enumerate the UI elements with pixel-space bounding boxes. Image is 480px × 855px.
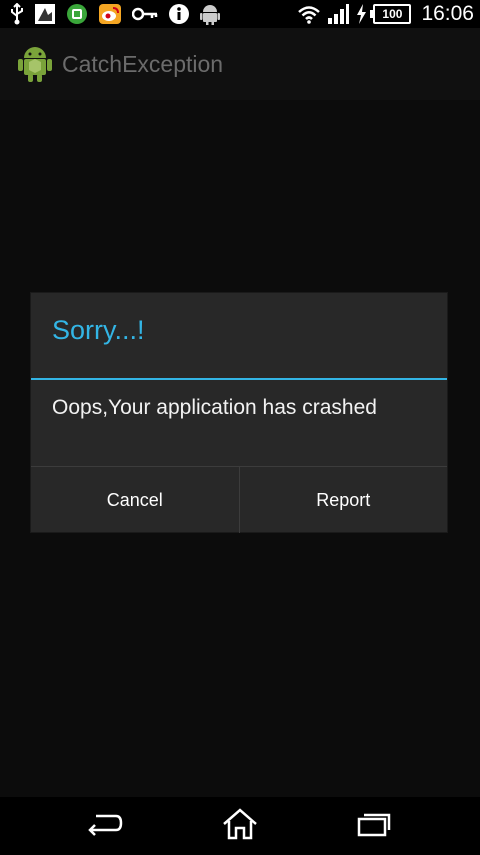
- screen: 100 16:06 CatchException Sorry...! Oops,: [0, 0, 480, 855]
- battery-indicator: 100: [370, 4, 412, 24]
- app-launcher-icon[interactable]: [18, 45, 52, 83]
- signal-icon: [327, 4, 350, 24]
- status-clock: 16:06: [421, 2, 474, 25]
- navigation-bar: [0, 797, 480, 855]
- photo-notification-icon: [34, 3, 56, 25]
- system-indicators: 100 16:06: [297, 0, 474, 28]
- report-button[interactable]: Report: [240, 467, 448, 533]
- dialog-message: Oops,Your application has crashed: [52, 396, 377, 419]
- notification-icons: [0, 3, 220, 25]
- recent-apps-button[interactable]: [334, 797, 414, 855]
- recent-apps-icon: [357, 811, 391, 842]
- cancel-button[interactable]: Cancel: [31, 467, 239, 533]
- charging-icon: [355, 3, 367, 25]
- dialog-title-divider: [31, 378, 447, 380]
- info-icon: [168, 3, 190, 25]
- key-icon: [132, 7, 158, 21]
- home-button[interactable]: [200, 797, 280, 855]
- back-button[interactable]: [65, 797, 145, 855]
- back-icon: [87, 811, 123, 842]
- dialog-title: Sorry...!: [52, 315, 145, 345]
- crash-dialog: Sorry...! Oops,Your application has cras…: [31, 293, 447, 533]
- action-bar: CatchException: [0, 28, 480, 100]
- status-bar: 100 16:06: [0, 0, 480, 28]
- wifi-icon: [297, 4, 321, 24]
- weibo-icon: [98, 3, 122, 25]
- home-icon: [221, 807, 259, 846]
- dialog-button-bar: Cancel Report: [31, 466, 447, 533]
- android-icon: [200, 3, 220, 25]
- green-app-icon: [66, 3, 88, 25]
- usb-icon: [10, 3, 24, 25]
- app-title: CatchException: [62, 50, 224, 77]
